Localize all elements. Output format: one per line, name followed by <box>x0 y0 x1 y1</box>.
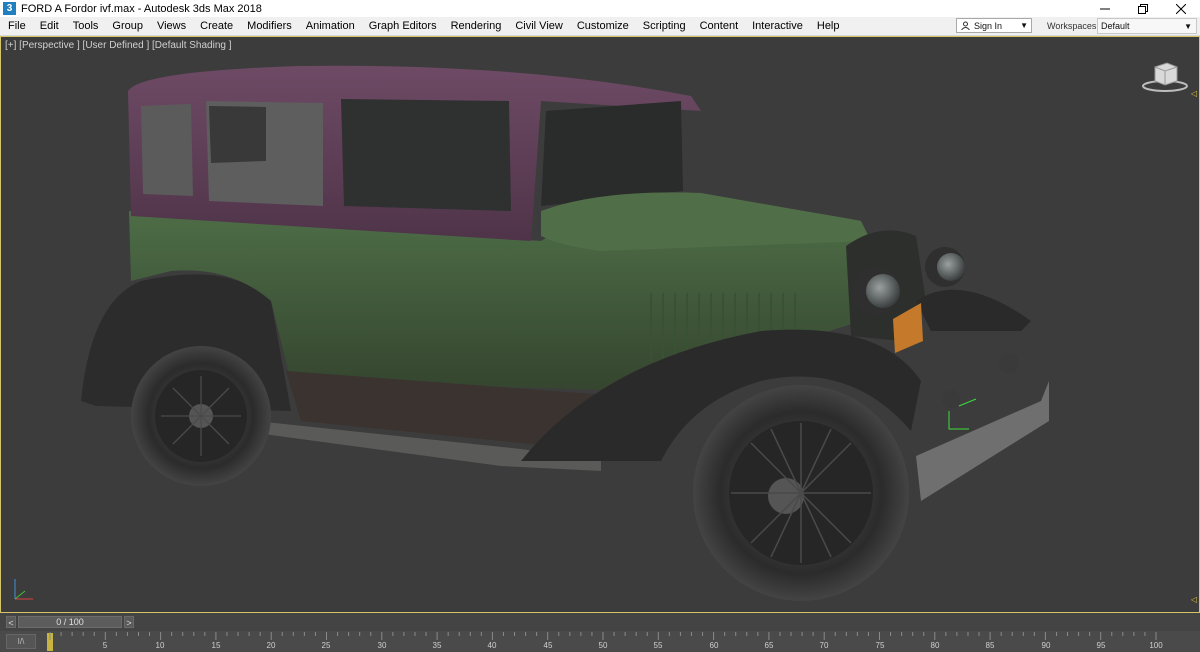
menu-scripting[interactable]: Scripting <box>636 17 693 36</box>
viewport-label[interactable]: [+] [Perspective ] [User Defined ] [Defa… <box>5 40 232 51</box>
tick-label: 90 <box>1041 641 1051 650</box>
tick-label: 55 <box>653 641 663 650</box>
menu-rendering[interactable]: Rendering <box>444 17 509 36</box>
tick-label: 45 <box>543 641 553 650</box>
title-bar: 3 FORD A Fordor ivf.max - Autodesk 3ds M… <box>0 0 1200 17</box>
window-controls <box>1086 0 1200 17</box>
tick-label: 35 <box>432 641 442 650</box>
next-frame-button[interactable]: > <box>124 616 134 628</box>
tick-label: 95 <box>1096 641 1106 650</box>
tick-label: 65 <box>764 641 774 650</box>
menu-civil-view[interactable]: Civil View <box>508 17 569 36</box>
user-icon <box>959 21 971 30</box>
minimize-icon <box>1100 8 1110 9</box>
tick-label: 80 <box>930 641 940 650</box>
menu-group[interactable]: Group <box>105 17 150 36</box>
tick-label: 70 <box>819 641 829 650</box>
menu-edit[interactable]: Edit <box>33 17 66 36</box>
curve-editor-toggle-icon[interactable]: I/\ <box>6 634 36 649</box>
viewport-scroll-up-icon[interactable]: ◁ <box>1191 89 1197 98</box>
menu-help[interactable]: Help <box>810 17 847 36</box>
tick-label: 60 <box>709 641 719 650</box>
time-slider-bar: < 0 / 100 > <box>0 613 1200 631</box>
menu-tools[interactable]: Tools <box>66 17 106 36</box>
track-bar: I/\ 5 10 15 20 25 30 35 40 45 50 55 60 6… <box>0 631 1200 652</box>
sign-in-dropdown[interactable]: Sign In ▼ <box>956 18 1032 33</box>
tick-label: 20 <box>266 641 276 650</box>
close-icon <box>1176 3 1186 14</box>
workspaces-label: Workspaces: <box>1047 21 1099 31</box>
chevron-down-icon: ▼ <box>1184 22 1192 31</box>
restore-button[interactable] <box>1124 0 1162 17</box>
tick-label: 10 <box>155 641 165 650</box>
menu-create[interactable]: Create <box>193 17 240 36</box>
menu-content[interactable]: Content <box>693 17 746 36</box>
workspace-select[interactable]: Default ▼ <box>1097 18 1197 34</box>
tick-label: 30 <box>377 641 387 650</box>
menu-customize[interactable]: Customize <box>570 17 636 36</box>
menu-graph-editors[interactable]: Graph Editors <box>362 17 444 36</box>
time-slider[interactable]: 0 / 100 <box>18 616 122 628</box>
menu-modifiers[interactable]: Modifiers <box>240 17 299 36</box>
menu-animation[interactable]: Animation <box>299 17 362 36</box>
tick-label: 40 <box>487 641 497 650</box>
tick-label: 25 <box>321 641 331 650</box>
tick-label: 15 <box>211 641 221 650</box>
menu-interactive[interactable]: Interactive <box>745 17 810 36</box>
axis-tripod-icon <box>14 579 33 600</box>
tick-label: 75 <box>875 641 885 650</box>
previous-frame-button[interactable]: < <box>6 616 16 628</box>
viewcube-icon[interactable] <box>1141 57 1189 93</box>
perspective-viewport[interactable]: [+] [Perspective ] [User Defined ] [Defa… <box>0 36 1200 613</box>
restore-icon <box>1138 3 1148 14</box>
viewport-scroll-down-icon[interactable]: ◁ <box>1191 595 1197 604</box>
tick-label: 50 <box>598 641 608 650</box>
menu-file[interactable]: File <box>0 17 33 36</box>
3dsmax-app-icon[interactable]: 3 <box>3 2 16 15</box>
chevron-down-icon: ▼ <box>1020 21 1028 30</box>
minimize-button[interactable] <box>1086 0 1124 17</box>
menu-views[interactable]: Views <box>150 17 193 36</box>
window-title: FORD A Fordor ivf.max - Autodesk 3ds Max… <box>21 2 262 15</box>
car-model-render <box>81 65 1049 601</box>
sign-in-label: Sign In <box>974 20 1003 31</box>
menu-bar: File Edit Tools Group Views Create Modif… <box>0 17 1200 36</box>
tick-label: 85 <box>985 641 995 650</box>
tick-label: 5 <box>102 641 108 650</box>
workspace-value: Default <box>1101 21 1130 31</box>
tick-label: 100 <box>1149 641 1163 650</box>
close-button[interactable] <box>1162 0 1200 17</box>
